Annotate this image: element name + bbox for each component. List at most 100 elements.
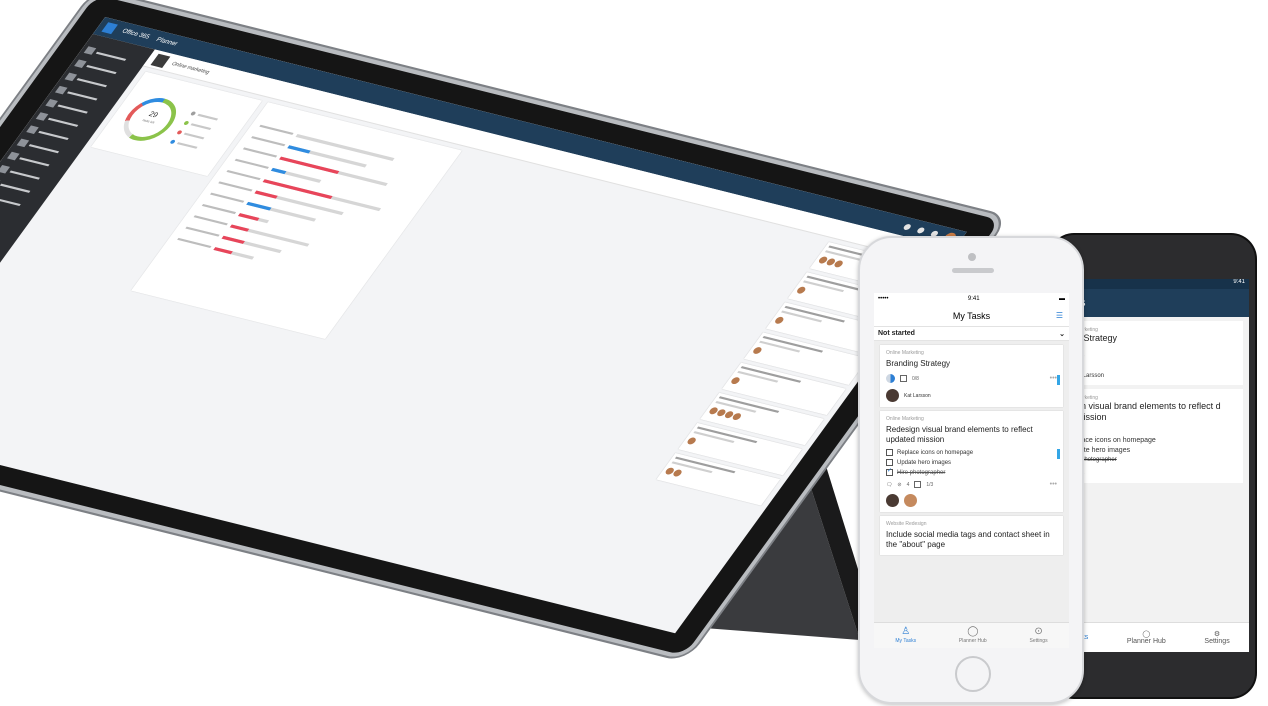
tab-label: My Tasks	[895, 638, 917, 644]
filter-icon[interactable]: ☰	[1056, 311, 1063, 320]
comment-count: 4	[906, 481, 910, 488]
task-card[interactable]: Online Marketing Branding Strategy 0/8 •…	[880, 345, 1063, 407]
person-icon: ♙	[901, 626, 911, 637]
nav-icon	[26, 125, 39, 134]
checklist-icon	[914, 481, 922, 488]
android-status-bar: 9:41	[1062, 279, 1249, 289]
assignee-name: Kat Larsson	[904, 392, 931, 399]
assignee: Kat Larsson	[886, 389, 1057, 402]
nav-icon	[35, 112, 49, 121]
carrier-signal: •••••	[878, 296, 889, 302]
checklist-item[interactable]: e photographer	[1076, 457, 1239, 463]
checklist-count: 1/3	[926, 481, 934, 488]
task-title: Include social media tags and contact sh…	[886, 530, 1050, 549]
iphone: ••••• 9:41 ▬ My Tasks ☰ Not started ⌄ On…	[858, 236, 1084, 704]
label-stripe	[1057, 375, 1060, 385]
avatar	[886, 494, 899, 507]
task-meta: 🗨 ⊘ 4 1/3 •••	[886, 481, 1057, 488]
speaker	[952, 268, 994, 273]
tab-label: Settings	[1029, 638, 1048, 644]
plan-name: Online marketing	[170, 60, 212, 76]
tab-my-tasks[interactable]: ♙ My Tasks	[895, 626, 917, 645]
task-category: Online Marketing	[886, 416, 924, 422]
checklist-item[interactable]: Replace icons on homepage	[886, 449, 1057, 456]
more-icon[interactable]: •••	[1050, 481, 1057, 488]
nav-icon	[16, 138, 30, 148]
checklist-item[interactable]: Hire photographer	[886, 467, 1057, 476]
bell-icon[interactable]	[902, 223, 913, 231]
planner-hub-icon: ◯	[1142, 631, 1151, 638]
ios-nav-bar: My Tasks ☰	[874, 305, 1069, 327]
task-title: gn visual brand elements to reflect d mi…	[1076, 401, 1221, 422]
home-button[interactable]	[955, 656, 991, 692]
checklist-item[interactable]: place icons on homepage	[1076, 437, 1239, 444]
legend-item	[190, 110, 220, 121]
gear-icon: ⊙	[1034, 626, 1043, 637]
avatar	[886, 389, 899, 402]
checkbox[interactable]	[886, 449, 893, 456]
legend-item	[176, 129, 206, 140]
plan-thumbnail	[150, 53, 171, 68]
nav-icon	[54, 85, 68, 95]
checklist-count: 0/8	[912, 375, 919, 382]
app-name: Office 365	[120, 28, 151, 41]
task-title: g Strategy	[1076, 333, 1118, 343]
checkbox[interactable]	[886, 467, 893, 476]
planner-hub-icon: ◯	[967, 626, 979, 637]
tab-settings[interactable]: ⊙ Settings	[1029, 626, 1048, 645]
chevron-down-icon[interactable]: ⌄	[1059, 330, 1065, 338]
camera	[968, 253, 976, 261]
battery-icon: ▬	[1058, 296, 1065, 302]
task-category: Website Redesign	[886, 521, 927, 527]
checklist: Replace icons on homepage Update hero im…	[886, 449, 1057, 476]
nav-icon	[83, 46, 97, 55]
checkbox[interactable]	[886, 459, 893, 466]
comment-icon: 🗨	[886, 481, 893, 488]
nav-icon	[7, 151, 20, 161]
checklist-count: 4/8	[1076, 353, 1239, 359]
checklist-item[interactable]: Update hero images	[886, 459, 1057, 466]
task-card[interactable]: Website Redesign Include social media ta…	[880, 516, 1063, 555]
checklist-item[interactable]: date hero images	[1076, 447, 1239, 454]
more-icon[interactable]: •••	[1050, 375, 1057, 382]
android-screen: 9:41 s Marketing g Strategy 4/8 at Larss…	[1062, 279, 1249, 652]
task-title: Redesign visual brand elements to reflec…	[886, 425, 1033, 444]
nav-icon	[74, 59, 87, 68]
bucket-header: Not started ⌄	[874, 327, 1069, 341]
tab-planner-hub[interactable]: ◯ Planner Hub	[1127, 630, 1166, 645]
task-category: Online Marketing	[886, 350, 924, 356]
nav-icon	[0, 164, 11, 174]
gear-icon[interactable]	[915, 226, 926, 234]
task-meta: 0/8 •••	[886, 374, 1057, 383]
avatar	[904, 494, 917, 507]
nav-icon	[64, 72, 78, 82]
gear-icon: ⚙	[1213, 631, 1221, 638]
status-time: 9:41	[967, 296, 980, 302]
android-app-bar: s	[1062, 289, 1249, 317]
ios-status-bar: ••••• 9:41 ▬	[874, 293, 1069, 305]
app-launcher-icon[interactable]	[101, 22, 118, 35]
legend-item	[169, 138, 199, 150]
task-card[interactable]: Marketing gn visual brand elements to re…	[1062, 389, 1243, 483]
label-stripe	[1057, 449, 1060, 459]
tab-settings[interactable]: ⚙ Settings	[1204, 630, 1229, 645]
screen-title: My Tasks	[952, 310, 991, 321]
nav-icon	[45, 99, 58, 108]
tab-planner-hub[interactable]: ◯ Planner Hub	[958, 626, 987, 645]
status-time: 9:41	[1233, 279, 1245, 285]
task-card[interactable]: Online Marketing Redesign visual brand e…	[880, 411, 1063, 512]
progress-icon	[886, 374, 895, 383]
app-section: Planner	[154, 37, 179, 48]
tab-label: Planner Hub	[958, 638, 987, 644]
iphone-screen: ••••• 9:41 ▬ My Tasks ☰ Not started ⌄ On…	[874, 293, 1069, 648]
assignees	[886, 494, 1057, 507]
bucket-label: Not started	[878, 330, 915, 337]
task-card[interactable]: Marketing g Strategy 4/8 at Larsson	[1062, 321, 1243, 385]
task-title: Branding Strategy	[886, 359, 951, 368]
checklist-count: 1/3	[1076, 471, 1239, 477]
attachment-icon: ⊘	[897, 481, 902, 488]
android-bottom-nav: ks ◯ Planner Hub ⚙ Settings	[1062, 622, 1249, 652]
legend-item	[183, 120, 213, 131]
checklist-icon	[900, 375, 907, 382]
assignee-name: at Larsson	[1076, 373, 1105, 379]
